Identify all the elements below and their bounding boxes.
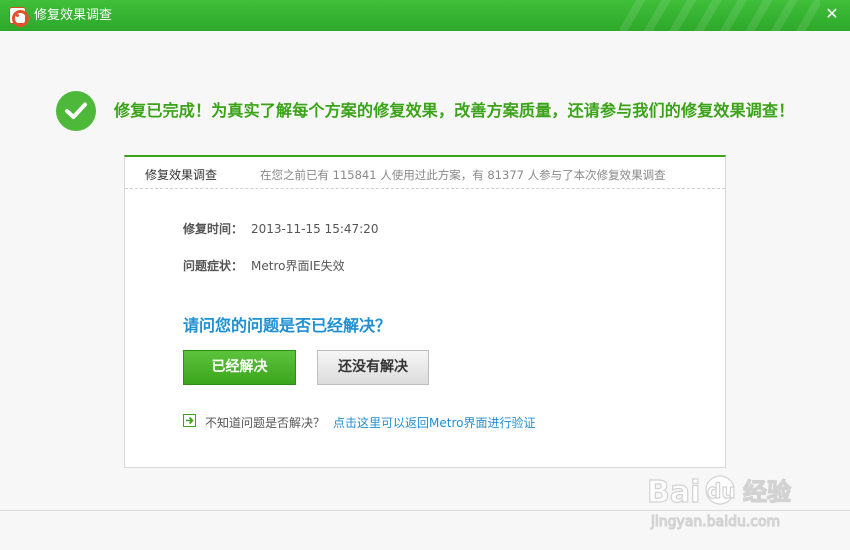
repair-time-row: 修复时间： 2013-11-15 15:47:20 xyxy=(183,220,378,237)
survey-header: 修复效果调查 在您之前已有 115841 人使用过此方案，有 81377 人参与… xyxy=(125,157,725,189)
survey-title: 修复效果调查 xyxy=(145,168,218,182)
success-message: 修复已完成！为真实了解每个方案的修复效果，改善方案质量，还请参与我们的修复效果调… xyxy=(114,101,795,120)
svg-text:Bai: Bai xyxy=(647,475,700,510)
checkmark-circle-icon xyxy=(56,91,96,131)
symptom-label: 问题症状： xyxy=(183,259,244,273)
title-bar-decoration xyxy=(620,0,820,31)
help-text: 不知道问题是否解决？ xyxy=(205,416,326,430)
resolved-question: 请问您的问题是否已经解决？ xyxy=(183,316,392,335)
repair-time-label: 修复时间： xyxy=(183,222,244,236)
symptom-value: Metro界面IE失效 xyxy=(251,259,345,273)
not-solved-button[interactable]: 还没有解决 xyxy=(317,350,429,385)
solved-button[interactable]: 已经解决 xyxy=(183,350,296,385)
svg-text:jingyan.baidu.com: jingyan.baidu.com xyxy=(650,514,780,530)
svg-text:经验: 经验 xyxy=(743,478,791,506)
return-metro-link[interactable]: 点击这里可以返回Metro界面进行验证 xyxy=(333,414,535,431)
baidu-watermark-logo: Bai du 经验 jingyan.baidu.com xyxy=(646,474,791,530)
success-banner: 修复已完成！为真实了解每个方案的修复效果，改善方案质量，还请参与我们的修复效果调… xyxy=(56,91,836,131)
lifebuoy-icon xyxy=(9,7,29,27)
survey-stats: 在您之前已有 115841 人使用过此方案，有 81377 人参与了本次修复效果… xyxy=(260,168,666,182)
repair-time-value: 2013-11-15 15:47:20 xyxy=(251,222,379,236)
arrow-right-icon xyxy=(183,414,196,427)
window-title: 修复效果调查 xyxy=(34,8,113,23)
survey-panel: 修复效果调查 在您之前已有 115841 人使用过此方案，有 81377 人参与… xyxy=(124,155,726,468)
close-button[interactable]: ✕ xyxy=(820,3,844,25)
title-bar[interactable]: 修复效果调查 ✕ xyxy=(0,0,850,31)
svg-text:du: du xyxy=(707,479,736,503)
symptom-row: 问题症状： Metro界面IE失效 xyxy=(183,257,345,274)
